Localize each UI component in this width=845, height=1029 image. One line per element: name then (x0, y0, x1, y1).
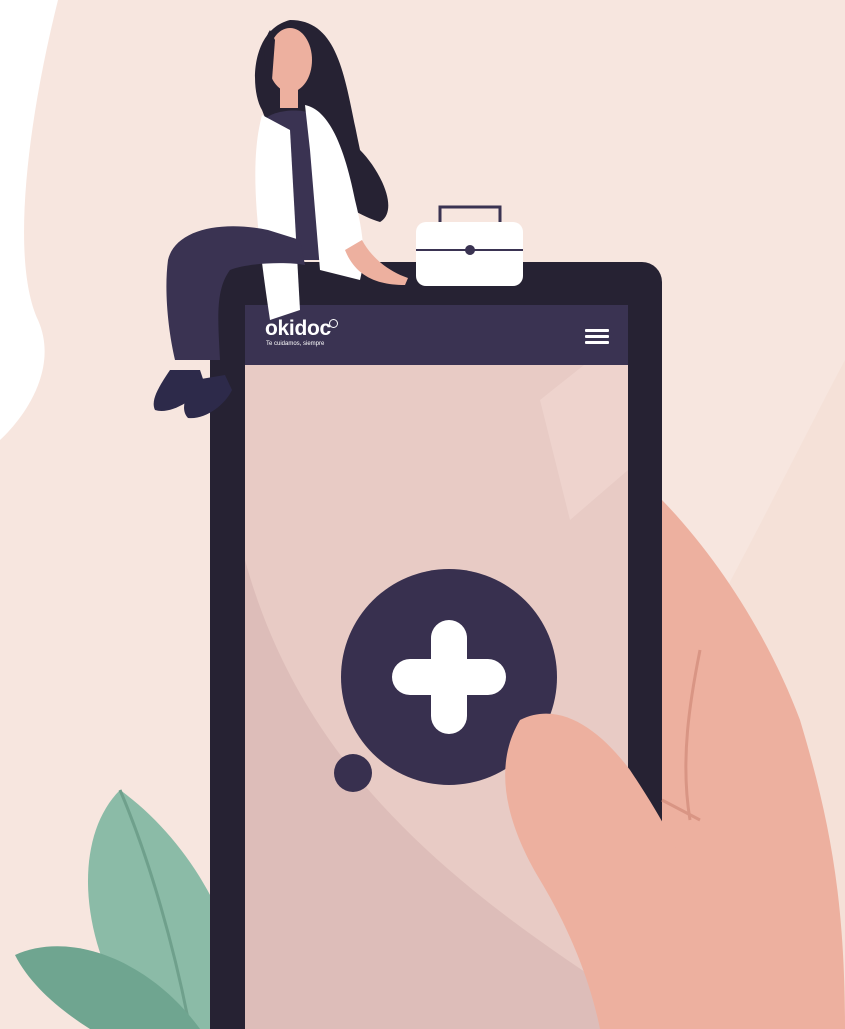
illustration-canvas (0, 0, 845, 1029)
menu-line (585, 329, 609, 332)
logo-ring-icon (329, 319, 338, 328)
decorative-dot (334, 754, 372, 792)
add-button[interactable] (341, 569, 557, 785)
brand-name: okidoc (265, 317, 331, 340)
onboarding-illustration: okidoc Te cuidamos, siempre (0, 0, 845, 1029)
menu-line (585, 341, 609, 344)
menu-line (585, 335, 609, 338)
hamburger-menu-icon[interactable] (582, 326, 612, 348)
brand-logo[interactable]: okidoc Te cuidamos, siempre (265, 318, 385, 354)
brand-tagline: Te cuidamos, siempre (266, 341, 325, 347)
